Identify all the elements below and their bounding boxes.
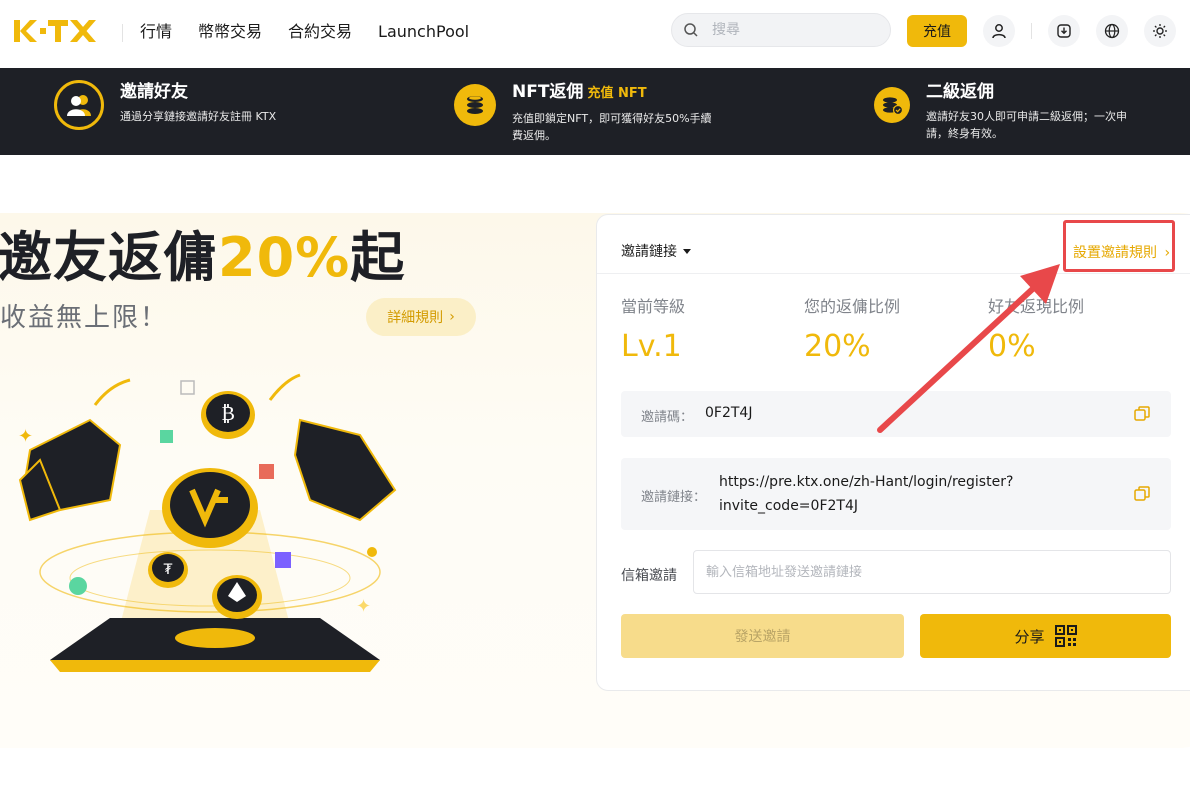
download-button[interactable]: [1048, 15, 1080, 47]
hero-subtitle: 收益無上限！: [0, 303, 169, 333]
invite-link-value: https://pre.ktx.one/zh-Hant/login/regist…: [719, 474, 1014, 490]
feature-invite-friends: 邀請好友 通過分享鏈接邀請好友註冊 KTX: [54, 80, 330, 130]
language-button[interactable]: [1096, 15, 1128, 47]
stat-value: Lv.1: [621, 329, 682, 364]
svg-text:✦: ✦: [356, 596, 371, 617]
copy-icon[interactable]: [1133, 405, 1151, 423]
user-button[interactable]: [983, 15, 1015, 47]
caret-down-icon: [683, 249, 691, 254]
deposit-button[interactable]: 充值: [907, 15, 967, 47]
nav-futures-trading[interactable]: 合約交易: [288, 20, 352, 44]
download-icon: [1057, 24, 1071, 38]
copy-icon[interactable]: [1133, 485, 1151, 503]
friends-icon: [54, 80, 104, 130]
search-box[interactable]: [671, 13, 891, 47]
stat-value: 20%: [804, 329, 871, 364]
coin-stack-check-icon: [874, 87, 910, 123]
feature-banner: 邀請好友 通過分享鏈接邀請好友註冊 KTX NFT返佣 充值 NFT 充值即鎖定N…: [0, 68, 1190, 155]
svg-text:₮: ₮: [164, 562, 173, 578]
feature-second-level-rebate: 二級返佣 邀請好友30人即可申請二級返佣；一次申請，終身有效。: [874, 80, 1136, 142]
stat-value: 0%: [988, 329, 1036, 364]
nav-spot-trading[interactable]: 幣幣交易: [198, 20, 262, 44]
feature-title: 邀請好友: [120, 82, 188, 102]
nav-markets[interactable]: 行情: [140, 20, 172, 44]
feature-title: NFT返佣 充值 NFT: [512, 82, 647, 102]
stat-friend-cashback-ratio: 好友返現比例 0%: [988, 297, 1084, 365]
feature-desc: 邀請好友30人即可申請二級返佣；一次申請，終身有效。: [926, 110, 1127, 140]
invite-card: 邀請鏈接 設置邀請規則 › 當前等級 Lv.1 您的返傭比例 20% 好友返現比…: [596, 214, 1190, 691]
detailed-rules-button[interactable]: 詳細規則 ›: [366, 298, 476, 336]
coin-stack-icon: [454, 84, 496, 126]
nav-launchpool[interactable]: LaunchPool: [378, 20, 469, 44]
hero-title: 邀友返傭20%起: [0, 226, 406, 289]
feature-desc: 通過分享鏈接邀請好友註冊 KTX: [120, 110, 277, 123]
detailed-rules-label: 詳細規則: [387, 310, 444, 326]
invite-link-value-cont: invite_code=0F2T4J: [719, 498, 858, 514]
annotation-highlight-box: [1063, 220, 1175, 272]
user-icon: [992, 24, 1006, 39]
ktx-logo[interactable]: [14, 18, 96, 44]
theme-toggle-button[interactable]: [1144, 15, 1176, 47]
feature-desc: 充值即鎖定NFT，即可獲得好友50%手續費返佣。: [512, 112, 712, 142]
feature-title: 二級返佣: [926, 82, 994, 102]
top-navbar: 行情 幣幣交易 合約交易 LaunchPool 充值: [0, 0, 1190, 68]
globe-icon: [1104, 23, 1120, 39]
svg-text:₿: ₿: [221, 401, 235, 425]
qr-code-icon: [1054, 625, 1077, 647]
search-input[interactable]: [712, 22, 862, 38]
invite-code-label: 邀請碼：: [641, 410, 694, 425]
invite-link-label: 邀請鏈接：: [641, 490, 707, 505]
nav-divider-2: [1031, 23, 1032, 39]
feature-nft-rebate: NFT返佣 充值 NFT 充值即鎖定NFT，即可獲得好友50%手續費返佣。: [454, 80, 722, 144]
share-label: 分享: [1014, 627, 1045, 646]
stat-current-level: 當前等級 Lv.1: [621, 297, 685, 365]
invite-code-value: 0F2T4J: [705, 405, 753, 421]
invite-type-dropdown[interactable]: 邀請鏈接: [621, 241, 691, 261]
invite-type-label: 邀請鏈接: [621, 244, 677, 260]
invite-card-header: 邀請鏈接 設置邀請規則 ›: [597, 215, 1190, 274]
stat-label: 當前等級: [621, 297, 686, 316]
main-menu: 行情 幣幣交易 合約交易 LaunchPool: [140, 20, 495, 44]
stat-label: 您的返傭比例: [804, 297, 901, 316]
send-invite-button[interactable]: 發送邀請: [621, 614, 904, 658]
theme-sun-icon: [1153, 24, 1167, 38]
share-button[interactable]: 分享: [920, 614, 1171, 658]
search-icon: [684, 23, 698, 37]
invite-link-field: 邀請鏈接： https://pre.ktx.one/zh-Hant/login/…: [621, 458, 1171, 530]
chevron-right-icon: ›: [449, 309, 455, 325]
nav-divider: [122, 24, 123, 42]
svg-text:✦: ✦: [18, 426, 33, 447]
feature-highlight[interactable]: 充值 NFT: [587, 86, 646, 101]
email-field[interactable]: [693, 550, 1171, 594]
invite-code-field: 邀請碼： 0F2T4J: [621, 391, 1171, 437]
email-invite-label: 信箱邀請: [621, 568, 677, 584]
stat-label: 好友返現比例: [988, 297, 1085, 316]
hero-illustration: ₿ ₮ ✦ ✦: [18, 373, 397, 672]
stat-your-rebate-ratio: 您的返傭比例 20%: [804, 297, 900, 365]
